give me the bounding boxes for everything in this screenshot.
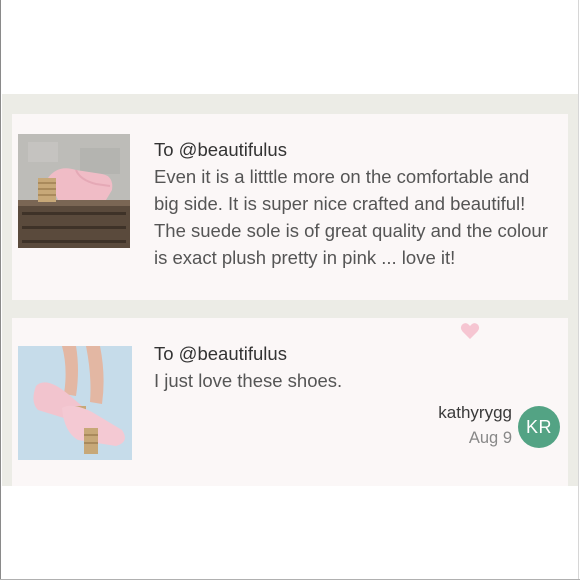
comment-card: To @beautifulus Even it is a litttle mor… [12,114,568,300]
comment-body: To @beautifulus I just love these shoes. [154,340,546,394]
comment-feed: To @beautifulus Even it is a litttle mor… [2,94,578,486]
comment-message: Even it is a litttle more on the comfort… [154,166,548,268]
comment-date: Aug 9 [468,429,512,447]
pink-mules-worn-photo [18,346,132,460]
comment-body: To @beautifulus Even it is a litttle mor… [154,136,548,271]
pink-mule-on-crate-photo [18,134,130,248]
username-link[interactable]: kathyrygg [438,400,512,426]
frame-edge-right [578,0,579,580]
comment-recipient[interactable]: To @beautifulus [154,136,546,163]
comment-recipient[interactable]: To @beautifulus [154,340,546,367]
comment-meta: kathyrygg Aug 9 [438,400,512,450]
comment-message: I just love these shoes. [154,370,343,391]
product-thumbnail[interactable] [18,134,130,248]
avatar[interactable]: KR [518,406,560,448]
comment-card: To @beautifulus I just love these shoes.… [12,318,568,486]
heart-icon[interactable] [460,322,480,340]
product-thumbnail[interactable] [18,346,132,460]
frame-edge-left [0,0,1,580]
